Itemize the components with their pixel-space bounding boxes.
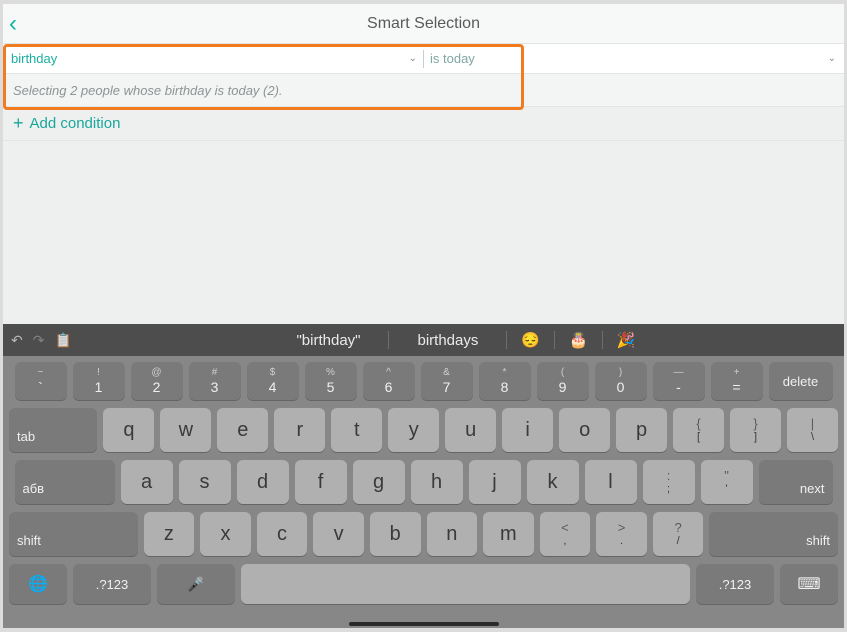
key-punct[interactable]: <, xyxy=(540,512,591,556)
keyboard-row-zxcv: shiftzxcvbnm<,>.?/shift xyxy=(3,508,844,560)
chevron-down-icon: ⌄ xyxy=(409,53,417,64)
key-m[interactable]: m xyxy=(483,512,534,556)
clipboard-icon[interactable]: 📋 xyxy=(54,332,71,349)
key-bracket[interactable]: }] xyxy=(730,408,781,452)
key-l[interactable]: l xyxy=(585,460,637,504)
key-punct[interactable]: ?/ xyxy=(653,512,704,556)
field-selector[interactable]: birthday ⌄ xyxy=(3,51,423,66)
key-w[interactable]: w xyxy=(160,408,211,452)
dictation-key[interactable]: 🎤 xyxy=(157,564,235,604)
chevron-down-icon: ⌄ xyxy=(828,53,836,64)
key-k[interactable]: k xyxy=(527,460,579,504)
emoji-suggestion[interactable]: 😔 xyxy=(507,331,554,349)
key-u[interactable]: u xyxy=(445,408,496,452)
add-condition-button[interactable]: + Add condition xyxy=(3,107,844,141)
key-g[interactable]: g xyxy=(353,460,405,504)
key-e[interactable]: e xyxy=(217,408,268,452)
key-x[interactable]: x xyxy=(200,512,251,556)
key-=[interactable]: += xyxy=(711,362,763,400)
mic-icon: 🎤 xyxy=(187,576,204,593)
key-v[interactable]: v xyxy=(313,512,364,556)
key-punct[interactable]: >. xyxy=(596,512,647,556)
key-i[interactable]: i xyxy=(502,408,553,452)
shift-key[interactable]: shift xyxy=(709,512,838,556)
key-s[interactable]: s xyxy=(179,460,231,504)
key-d[interactable]: d xyxy=(237,460,289,504)
next-key[interactable]: next xyxy=(759,460,833,504)
key-4[interactable]: $4 xyxy=(247,362,299,400)
key-q[interactable]: q xyxy=(103,408,154,452)
key--[interactable]: —- xyxy=(653,362,705,400)
condition-row: birthday ⌄ is today ⌄ xyxy=(3,44,844,74)
suggestion[interactable]: "birthday" xyxy=(268,332,388,349)
key-n[interactable]: n xyxy=(427,512,478,556)
key-h[interactable]: h xyxy=(411,460,463,504)
key-2[interactable]: @2 xyxy=(131,362,183,400)
operator-selector[interactable]: is today ⌄ xyxy=(424,51,844,66)
space-key[interactable] xyxy=(241,564,690,604)
page-title: Smart Selection xyxy=(367,15,480,33)
keyboard-row-asdf: абвasdfghjkl:;"'next xyxy=(3,456,844,508)
mode-key[interactable]: .?123 xyxy=(73,564,151,604)
add-condition-label: Add condition xyxy=(30,115,121,132)
plus-icon: + xyxy=(13,113,24,134)
key-0[interactable]: )0 xyxy=(595,362,647,400)
back-button[interactable]: ‹ xyxy=(9,10,17,38)
keyboard-toolbar: ↶ ↷ 📋 "birthday" birthdays 😔 🎂 🎉 xyxy=(3,324,844,356)
tab-key[interactable]: tab xyxy=(9,408,97,452)
shift-key[interactable]: shift xyxy=(9,512,138,556)
key-z[interactable]: z xyxy=(144,512,195,556)
key-f[interactable]: f xyxy=(295,460,347,504)
key-7[interactable]: &7 xyxy=(421,362,473,400)
keyboard-dismiss-icon: ⌨ xyxy=(797,574,820,594)
key-8[interactable]: *8 xyxy=(479,362,531,400)
redo-icon[interactable]: ↷ xyxy=(33,332,45,349)
home-indicator[interactable] xyxy=(349,622,499,626)
undo-icon[interactable]: ↶ xyxy=(11,332,23,349)
key-bracket[interactable]: |\ xyxy=(787,408,838,452)
key-punct[interactable]: "' xyxy=(701,460,753,504)
key-`[interactable]: ~` xyxy=(15,362,67,400)
key-y[interactable]: y xyxy=(388,408,439,452)
key-5[interactable]: %5 xyxy=(305,362,357,400)
keyboard-row-bottom: 🌐 .?123 🎤 .?123 ⌨ xyxy=(3,560,844,612)
key-t[interactable]: t xyxy=(331,408,382,452)
dismiss-keyboard-key[interactable]: ⌨ xyxy=(780,564,838,604)
globe-icon: 🌐 xyxy=(28,574,48,594)
keyboard-row-qwerty: tabqwertyuiop{[}]|\ xyxy=(3,404,844,456)
key-j[interactable]: j xyxy=(469,460,521,504)
chevron-left-icon: ‹ xyxy=(9,10,17,37)
key-p[interactable]: p xyxy=(616,408,667,452)
key-a[interactable]: a xyxy=(121,460,173,504)
lang-key[interactable]: абв xyxy=(15,460,115,504)
globe-key[interactable]: 🌐 xyxy=(9,564,67,604)
key-3[interactable]: #3 xyxy=(189,362,241,400)
emoji-suggestion[interactable]: 🎂 xyxy=(555,331,602,349)
virtual-keyboard: ↶ ↷ 📋 "birthday" birthdays 😔 🎂 🎉 ~`!1@2#… xyxy=(3,324,844,628)
field-value: birthday xyxy=(11,51,57,66)
keyboard-row-numbers: ~`!1@2#3$4%5^6&7*8(9)0—-+=delete xyxy=(3,356,844,404)
key-9[interactable]: (9 xyxy=(537,362,589,400)
key-punct[interactable]: :; xyxy=(643,460,695,504)
key-o[interactable]: o xyxy=(559,408,610,452)
operator-value: is today xyxy=(430,51,475,66)
conditions-area: birthday ⌄ is today ⌄ Selecting 2 people… xyxy=(3,44,844,324)
key-1[interactable]: !1 xyxy=(73,362,125,400)
key-c[interactable]: c xyxy=(257,512,308,556)
mode-key[interactable]: .?123 xyxy=(696,564,774,604)
key-6[interactable]: ^6 xyxy=(363,362,415,400)
suggestions: "birthday" birthdays 😔 🎂 🎉 xyxy=(82,331,836,349)
key-b[interactable]: b xyxy=(370,512,421,556)
key-bracket[interactable]: {[ xyxy=(673,408,724,452)
suggestion[interactable]: birthdays xyxy=(389,332,506,349)
selection-summary: Selecting 2 people whose birthday is tod… xyxy=(3,74,844,107)
emoji-suggestion[interactable]: 🎉 xyxy=(603,331,650,349)
delete-key[interactable]: delete xyxy=(769,362,833,400)
header: ‹ Smart Selection xyxy=(3,4,844,44)
key-r[interactable]: r xyxy=(274,408,325,452)
